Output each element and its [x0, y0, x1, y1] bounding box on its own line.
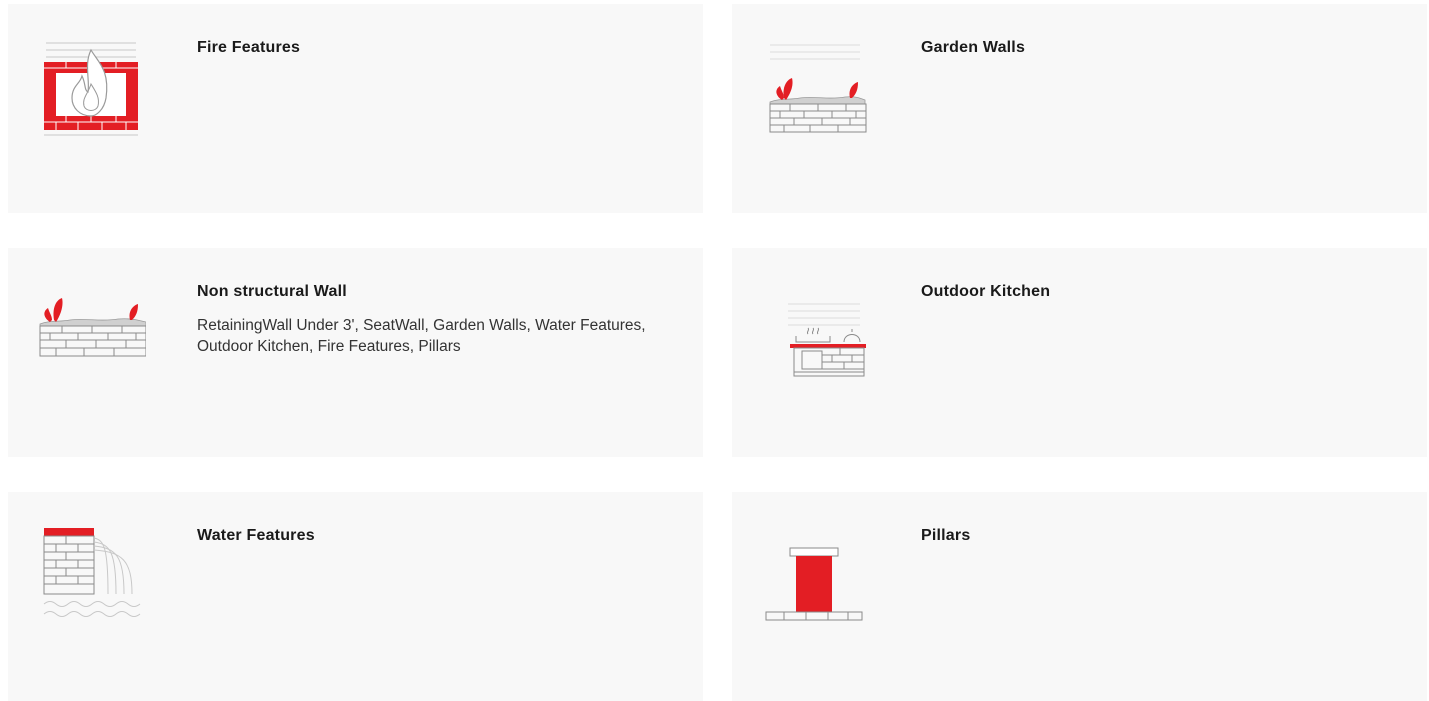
card-title: Garden Walls	[921, 39, 1026, 56]
card-title: Non structural Wall	[197, 283, 347, 300]
pillar-icon	[760, 528, 870, 628]
card-outdoor-kitchen[interactable]: Outdoor Kitchen	[732, 248, 1427, 457]
card-fire-features[interactable]: Fire Features	[8, 4, 703, 213]
water-feature-icon	[36, 528, 146, 628]
card-non-structural-wall[interactable]: Non structural Wall RetainingWall Under …	[8, 248, 703, 457]
card-title: Pillars	[921, 527, 971, 544]
card-water-features[interactable]: Water Features	[8, 492, 703, 701]
card-title: Fire Features	[197, 39, 301, 56]
card-pillars[interactable]: Pillars	[732, 492, 1427, 701]
card-title: Outdoor Kitchen	[921, 283, 1051, 300]
card-description: RetainingWall Under 3', SeatWall, Garden…	[197, 317, 646, 355]
garden-wall-icon	[760, 40, 870, 140]
fire-feature-icon	[36, 40, 146, 140]
outdoor-kitchen-icon	[760, 284, 870, 384]
card-garden-walls[interactable]: Garden Walls	[732, 4, 1427, 213]
non-structural-wall-icon	[36, 284, 146, 384]
card-title: Water Features	[197, 527, 315, 544]
